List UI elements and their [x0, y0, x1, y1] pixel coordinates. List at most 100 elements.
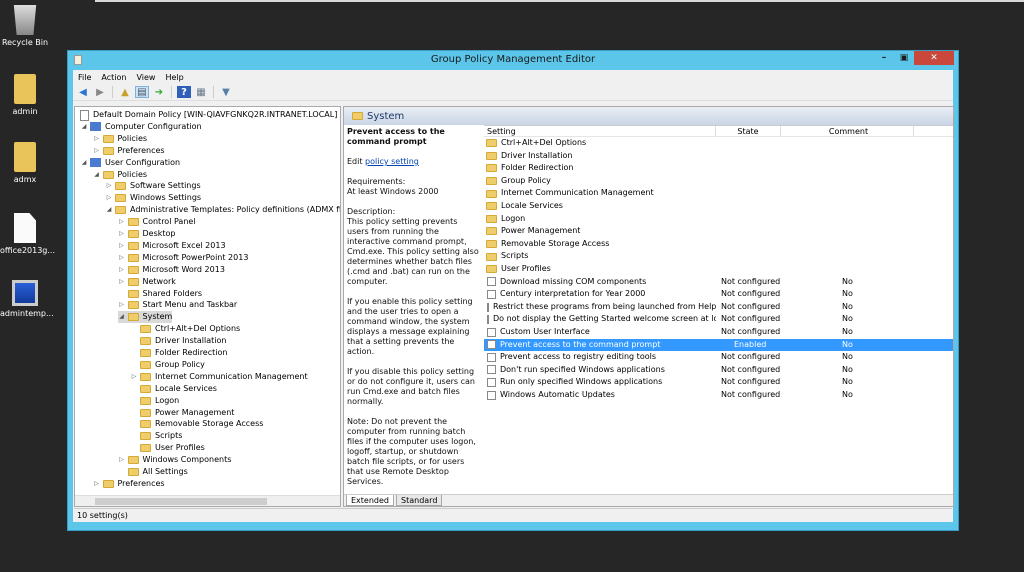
- settings-list[interactable]: Setting State Comment Ctrl+Alt+Del Optio…: [484, 125, 953, 493]
- list-row[interactable]: Custom User Interface Not configured No: [484, 326, 953, 339]
- list-row[interactable]: Power Management: [484, 225, 953, 238]
- expand-arrow-icon[interactable]: ▷: [118, 454, 126, 466]
- list-row[interactable]: Prevent access to registry editing tools…: [484, 351, 953, 364]
- tree-item[interactable]: All Settings: [118, 466, 188, 478]
- list-row[interactable]: Locale Services: [484, 200, 953, 213]
- desktop-icon-recycle-bin[interactable]: Recycle Bin: [0, 5, 50, 47]
- tree-item[interactable]: ◢ User Configuration: [80, 157, 180, 169]
- tree-item[interactable]: User Profiles: [130, 442, 205, 454]
- tree-item[interactable]: ▷ Microsoft Word 2013: [118, 264, 225, 276]
- tree-item[interactable]: ▷ Windows Components: [118, 454, 231, 466]
- tree-item[interactable]: ▷ Desktop: [118, 228, 176, 240]
- tree-item[interactable]: Power Management: [130, 407, 234, 419]
- tree-item[interactable]: ◢ Policies: [93, 169, 147, 181]
- tree-item[interactable]: ▷ Windows Settings: [105, 192, 201, 204]
- tree-horizontal-scrollbar[interactable]: [75, 495, 340, 506]
- list-row[interactable]: Prevent access to the command prompt Enab…: [484, 338, 953, 352]
- tree-item[interactable]: ▷ Microsoft Excel 2013: [118, 240, 226, 252]
- list-row[interactable]: Restrict these programs from being launc…: [484, 301, 953, 314]
- desktop-icon-admintemp[interactable]: admintemp...: [0, 280, 54, 318]
- show-hide-tree-icon[interactable]: ▤: [135, 86, 149, 98]
- tree-item[interactable]: ▷ Preferences: [93, 145, 165, 157]
- list-row[interactable]: Download missing COM components Not confi…: [484, 276, 953, 289]
- menu-view[interactable]: View: [136, 73, 155, 82]
- list-row[interactable]: Century interpretation for Year 2000 Not …: [484, 288, 953, 301]
- desktop-icon-admx[interactable]: admx: [0, 142, 50, 184]
- tree-item[interactable]: Locale Services: [130, 383, 217, 395]
- list-row[interactable]: Don't run specified Windows applications…: [484, 364, 953, 377]
- tree-item[interactable]: ▷ Control Panel: [118, 216, 196, 228]
- list-row[interactable]: Run only specified Windows applications N…: [484, 376, 953, 389]
- tree-item[interactable]: Shared Folders: [118, 288, 202, 300]
- expand-arrow-icon[interactable]: ▷: [118, 264, 126, 276]
- maximize-button[interactable]: ▣: [894, 51, 914, 65]
- forward-icon[interactable]: ▶: [93, 86, 107, 98]
- list-row[interactable]: User Profiles: [484, 263, 953, 276]
- list-row[interactable]: Folder Redirection: [484, 162, 953, 175]
- list-row[interactable]: Do not display the Getting Started welco…: [484, 313, 953, 326]
- expand-arrow-icon[interactable]: ▷: [130, 371, 138, 383]
- expand-arrow-icon[interactable]: ▷: [105, 192, 113, 204]
- close-button[interactable]: ✕: [914, 51, 954, 65]
- tree-item[interactable]: Default Domain Policy [WIN-QIAVFGNKQ2R.I…: [80, 109, 340, 121]
- menu-help[interactable]: Help: [165, 73, 183, 82]
- tree-item[interactable]: Removable Storage Access: [130, 418, 263, 430]
- minimize-button[interactable]: –: [874, 51, 894, 65]
- column-comment[interactable]: Comment: [781, 126, 914, 136]
- tree-item[interactable]: Logon: [130, 395, 179, 407]
- column-state[interactable]: State: [716, 126, 781, 136]
- tree-item[interactable]: ▷ Software Settings: [105, 180, 201, 192]
- edit-policy-setting-link[interactable]: policy setting: [365, 157, 419, 166]
- filter-icon[interactable]: ▼: [219, 86, 233, 98]
- tree-item[interactable]: Folder Redirection: [130, 347, 227, 359]
- help-icon[interactable]: ?: [177, 86, 191, 98]
- list-row[interactable]: Driver Installation: [484, 150, 953, 163]
- list-row[interactable]: Removable Storage Access: [484, 238, 953, 251]
- list-row[interactable]: Logon: [484, 213, 953, 226]
- tree-item[interactable]: ◢ System: [117, 311, 173, 324]
- tree-item[interactable]: ▷ Preferences: [93, 478, 165, 490]
- expand-arrow-icon[interactable]: ▷: [93, 478, 101, 490]
- export-list-icon[interactable]: ➜: [152, 86, 166, 98]
- expand-arrow-icon[interactable]: ▷: [118, 252, 126, 264]
- collapse-arrow-icon[interactable]: ◢: [93, 169, 101, 181]
- expand-arrow-icon[interactable]: ▷: [118, 299, 126, 311]
- collapse-arrow-icon[interactable]: ◢: [105, 204, 113, 216]
- list-row[interactable]: Windows Automatic Updates Not configured N…: [484, 389, 953, 402]
- expand-arrow-icon[interactable]: ▷: [93, 145, 101, 157]
- tree-item[interactable]: ▷ Start Menu and Taskbar: [118, 299, 237, 311]
- menu-file[interactable]: File: [78, 73, 91, 82]
- navigation-tree[interactable]: Default Domain Policy [WIN-QIAVFGNKQ2R.I…: [74, 106, 341, 507]
- expand-arrow-icon[interactable]: ▷: [118, 240, 126, 252]
- expand-arrow-icon[interactable]: ▷: [118, 276, 126, 288]
- expand-arrow-icon[interactable]: ▷: [105, 180, 113, 192]
- properties-icon[interactable]: ▦: [194, 86, 208, 98]
- expand-arrow-icon[interactable]: ▷: [93, 133, 101, 145]
- expand-arrow-icon[interactable]: ▷: [118, 228, 126, 240]
- tree-item[interactable]: ▷ Microsoft PowerPoint 2013: [118, 252, 248, 264]
- menu-action[interactable]: Action: [101, 73, 126, 82]
- expand-arrow-icon[interactable]: ▷: [118, 216, 126, 228]
- tree-item[interactable]: ◢ Administrative Templates: Policy defini…: [105, 204, 340, 216]
- tab-standard[interactable]: Standard: [396, 495, 443, 506]
- up-folder-icon[interactable]: ▲: [118, 86, 132, 98]
- tree-item[interactable]: Driver Installation: [130, 335, 226, 347]
- collapse-arrow-icon[interactable]: ◢: [118, 311, 126, 323]
- list-row[interactable]: Group Policy: [484, 175, 953, 188]
- title-bar[interactable]: Group Policy Management Editor – ▣ ✕: [68, 51, 958, 69]
- tree-item[interactable]: ▷ Internet Communication Management: [130, 371, 308, 383]
- list-row[interactable]: Scripts: [484, 250, 953, 263]
- tree-item[interactable]: ▷ Network: [118, 276, 176, 288]
- tree-item[interactable]: Group Policy: [130, 359, 205, 371]
- tree-item[interactable]: ▷ Policies: [93, 133, 147, 145]
- tree-item[interactable]: Scripts: [130, 430, 182, 442]
- tab-extended[interactable]: Extended: [346, 495, 394, 506]
- collapse-arrow-icon[interactable]: ◢: [80, 121, 88, 133]
- desktop-icon-admin[interactable]: admin: [0, 74, 50, 116]
- tree-item[interactable]: Ctrl+Alt+Del Options: [130, 323, 240, 335]
- list-row[interactable]: Ctrl+Alt+Del Options: [484, 137, 953, 150]
- back-icon[interactable]: ◀: [76, 86, 90, 98]
- scrollbar-thumb[interactable]: [95, 498, 267, 505]
- collapse-arrow-icon[interactable]: ◢: [80, 157, 88, 169]
- column-setting[interactable]: Setting: [484, 126, 716, 136]
